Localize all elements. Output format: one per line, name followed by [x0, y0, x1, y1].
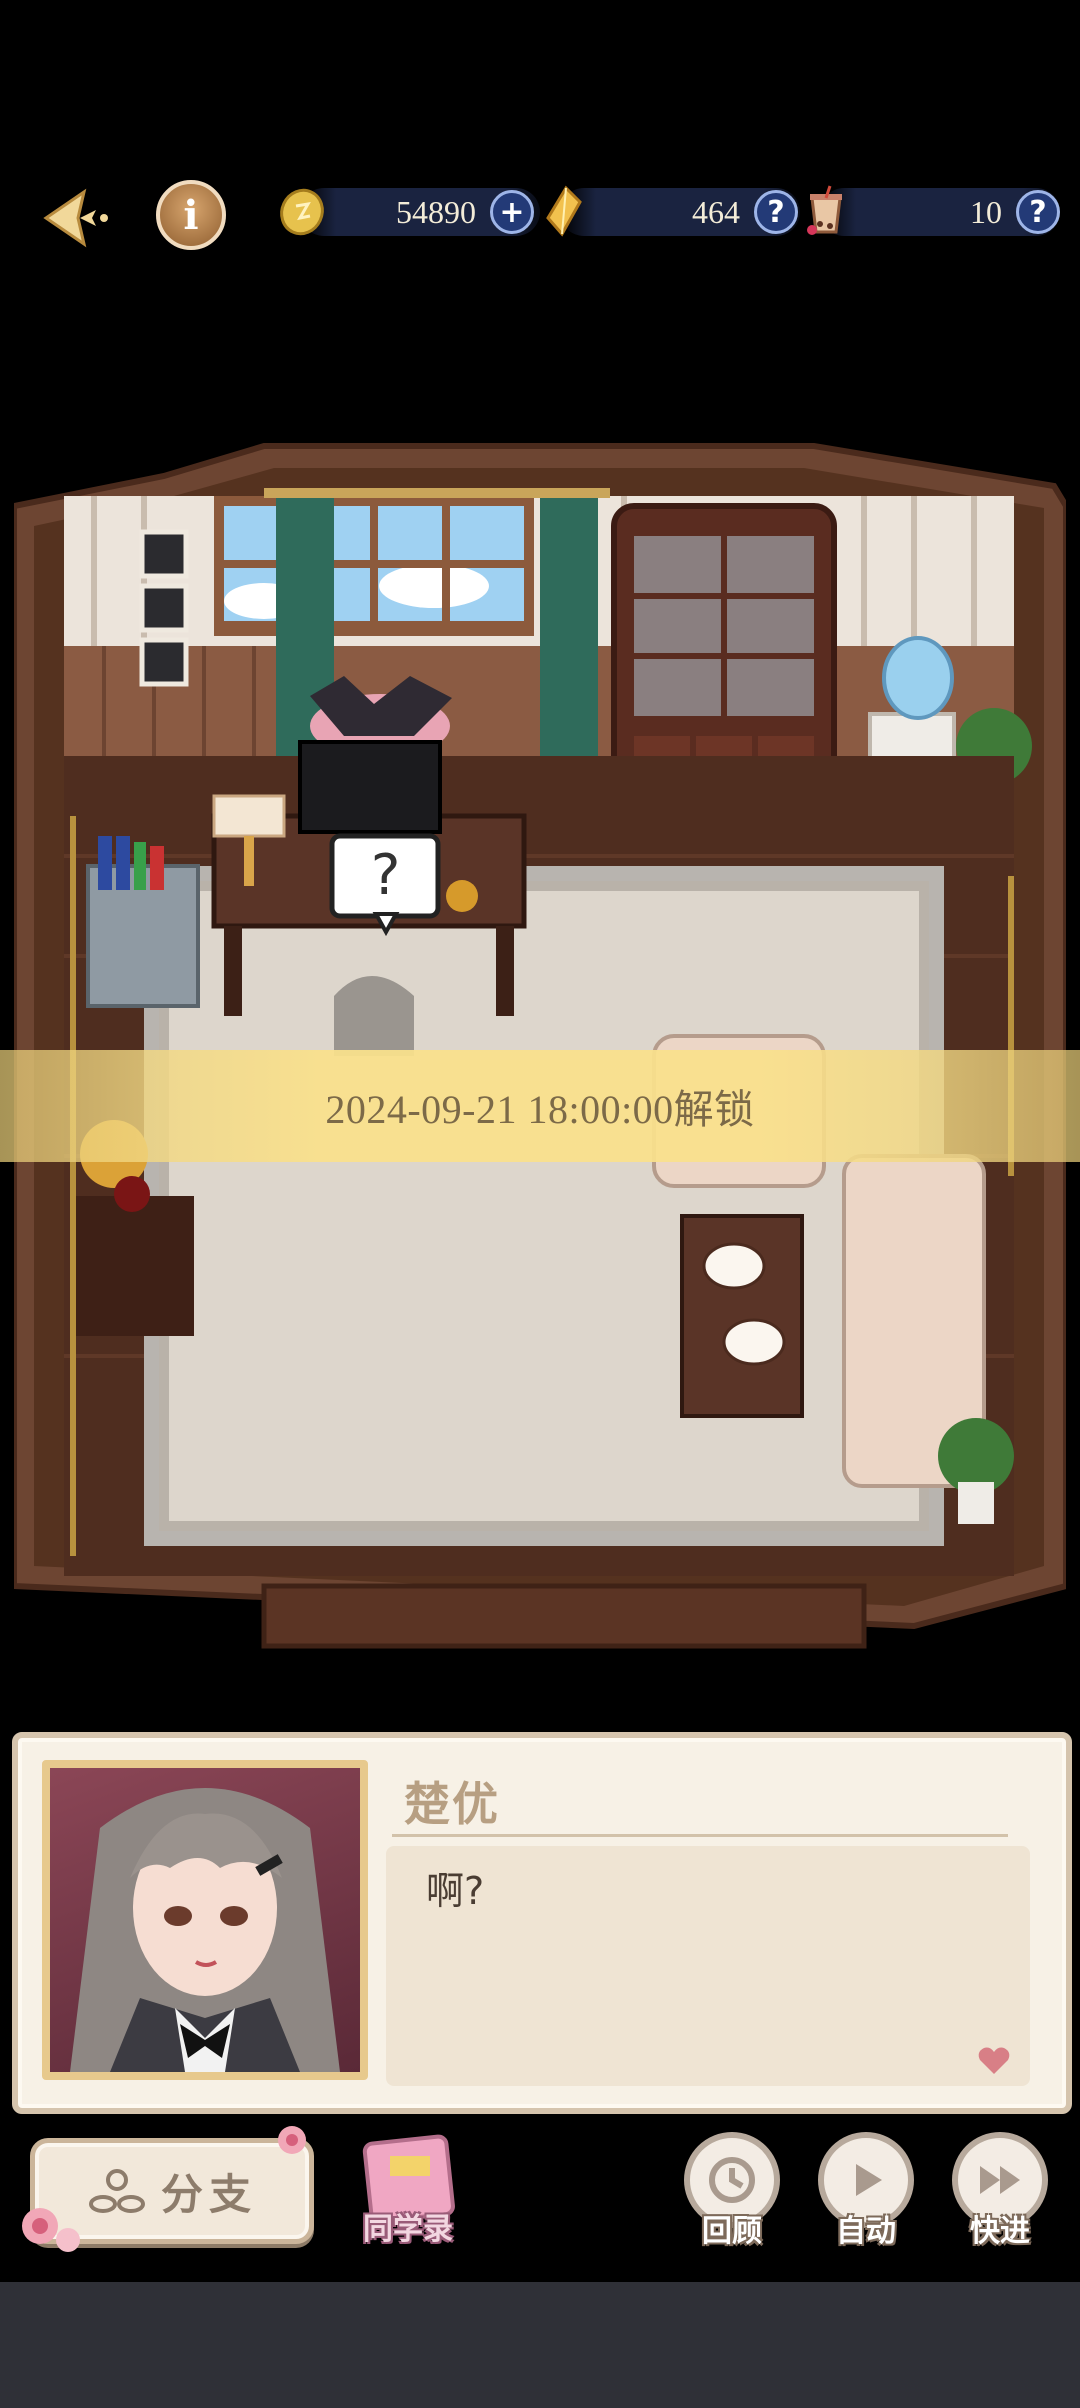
back-button[interactable]	[36, 178, 116, 258]
crystal-icon	[546, 185, 582, 237]
milk-tea-icon	[807, 185, 842, 235]
back-arrow-icon	[43, 188, 108, 248]
drink-help-button[interactable]: ?	[1016, 190, 1060, 234]
branch-label: 分支	[160, 2169, 257, 2219]
flower-decoration-icon	[278, 2126, 306, 2154]
info-button[interactable]: i	[156, 180, 226, 250]
review-label: 回顾	[702, 2214, 762, 2249]
speech-bubble-mark: ?	[368, 843, 402, 908]
auto-button[interactable]: 自动	[812, 2132, 920, 2250]
review-button[interactable]: 回顾	[678, 2132, 786, 2250]
character-portrait	[42, 1760, 368, 2080]
dialogue-text: 啊?	[426, 1869, 485, 1913]
branch-icon	[88, 2169, 145, 2213]
coin-icon	[280, 188, 324, 236]
fast-forward-icon	[980, 2166, 1020, 2194]
unlock-time-text: 2024-09-21 18:00:00解锁	[325, 1087, 755, 1132]
crystal-count: 464	[692, 194, 740, 230]
drink-count: 10	[970, 194, 1002, 230]
add-coins-button[interactable]: +	[490, 190, 534, 234]
history-icon	[709, 2157, 755, 2203]
fast-forward-button[interactable]: 快进	[946, 2132, 1054, 2250]
classmates-label: 同学录	[363, 2212, 453, 2247]
unlock-banner: 2024-09-21 18:00:00解锁	[0, 1050, 1080, 1162]
play-icon	[856, 2164, 882, 2196]
info-icon: i	[183, 191, 199, 239]
crystal-help-button[interactable]: ?	[754, 190, 798, 234]
name-divider	[392, 1834, 1008, 1837]
fast-forward-label: 快进	[970, 2214, 1030, 2249]
classmates-button[interactable]: 同学录	[348, 2130, 468, 2250]
auto-label: 自动	[836, 2214, 896, 2249]
coin-count: 54890	[396, 194, 476, 230]
speaker-name: 楚优	[404, 1777, 500, 1831]
room-scene[interactable]: ?	[14, 436, 1066, 1654]
system-navigation-bar	[0, 2282, 1080, 2408]
flower-decoration-icon	[22, 2208, 80, 2252]
portrait-image	[70, 1788, 340, 2072]
heart-icon	[978, 2047, 1010, 2074]
